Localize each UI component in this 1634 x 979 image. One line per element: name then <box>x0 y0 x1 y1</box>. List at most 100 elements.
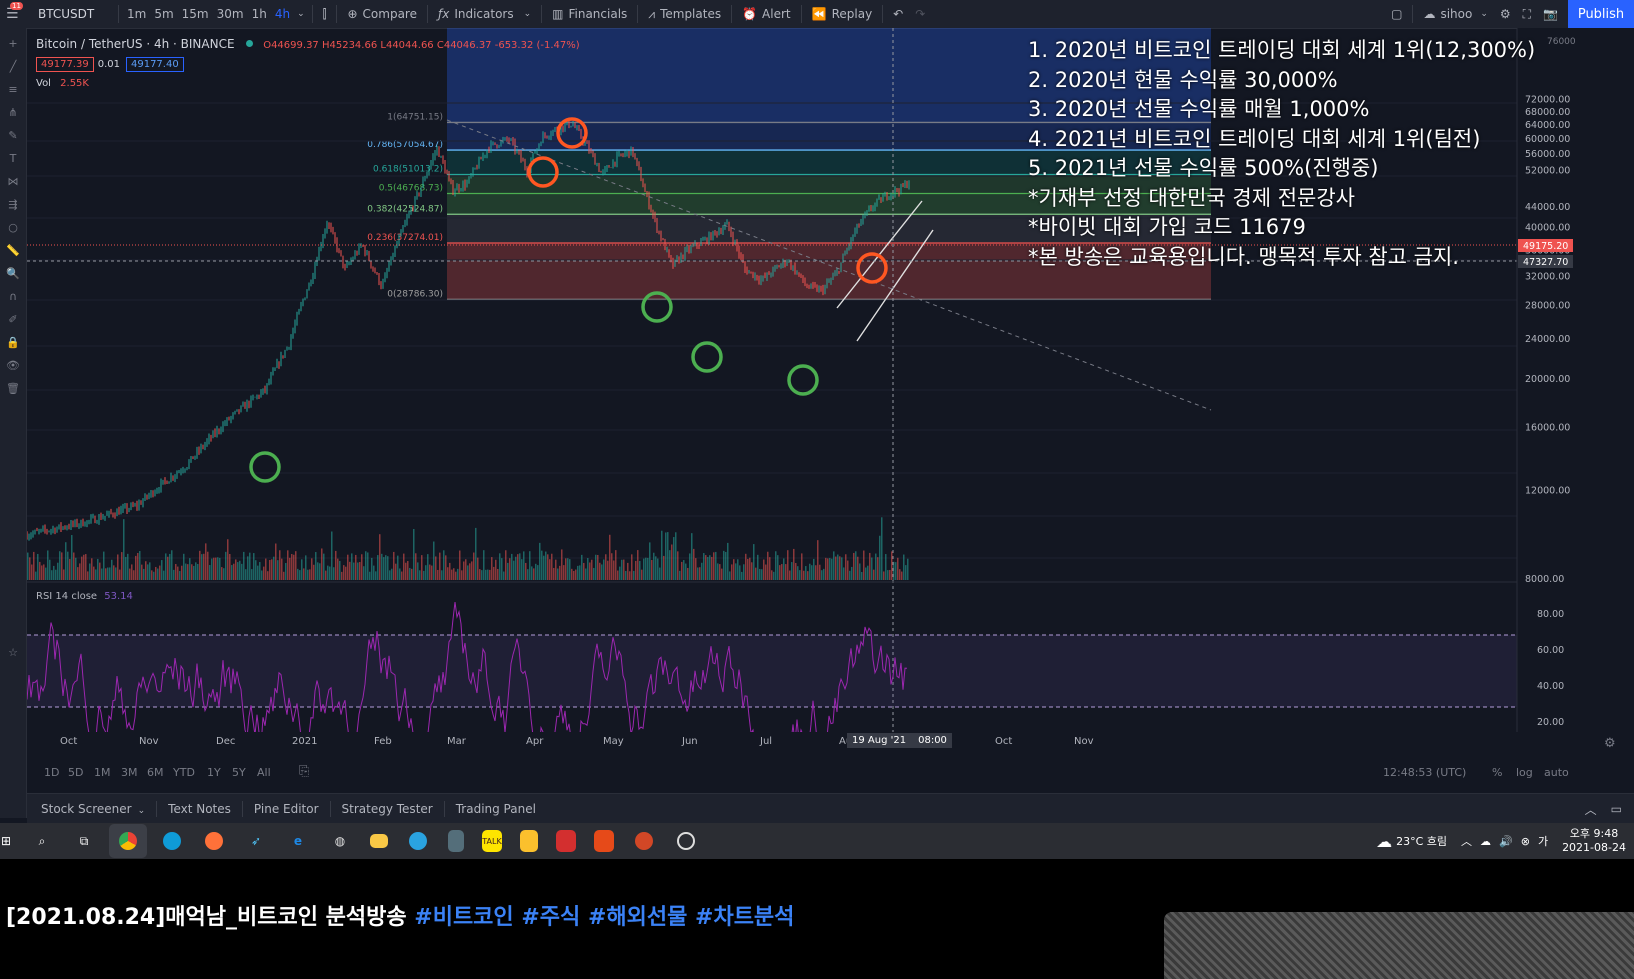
file-explorer-icon[interactable] <box>370 834 388 848</box>
percent-toggle[interactable]: % <box>1492 766 1502 779</box>
alert-button[interactable]: ⏰ Alert <box>736 0 797 28</box>
range-1m[interactable]: 1M <box>94 766 111 779</box>
caption-tag[interactable]: #비트코인 <box>414 905 513 930</box>
collapse-panel-icon[interactable]: ︿ <box>1585 801 1597 818</box>
horizontal-lines-icon[interactable]: ≡ <box>5 83 21 97</box>
range-3m[interactable]: 3M <box>121 766 138 779</box>
compare-button[interactable]: ⊕ Compare <box>341 0 423 28</box>
shapes-icon[interactable]: ○ <box>5 221 21 235</box>
globe-app-icon[interactable]: ◍ <box>328 830 352 852</box>
indicators-button[interactable]: ƒx Indicators ⌄ <box>432 0 537 28</box>
log-toggle[interactable]: log <box>1516 766 1533 779</box>
trash-icon[interactable]: 🗑 <box>5 382 21 396</box>
publish-button[interactable]: Publish <box>1568 0 1634 28</box>
range-ytd[interactable]: YTD <box>173 766 195 779</box>
layout-icon[interactable]: ▢ <box>1385 0 1408 28</box>
camera-icon[interactable]: 📷 <box>1537 0 1564 28</box>
kakaotalk-icon[interactable]: TALK <box>482 830 502 852</box>
caption-tag[interactable]: #차트분석 <box>695 905 794 930</box>
time-axis[interactable]: Oct Nov Dec 2021 Feb Mar Apr May Jun Jul… <box>27 732 1517 752</box>
edge-icon[interactable] <box>160 830 184 852</box>
pitchfork-icon[interactable]: ⋔ <box>5 106 21 120</box>
interval-4h[interactable]: 4h <box>271 0 294 28</box>
search-icon[interactable]: ⌕ <box>30 830 54 852</box>
sticky-notes-icon[interactable] <box>520 830 538 852</box>
financials-button[interactable]: ▥ Financials <box>546 0 633 28</box>
trend-line-icon[interactable]: ╱ <box>5 60 21 74</box>
volume-bar <box>365 551 367 580</box>
tab-strategy-tester[interactable]: Strategy Tester <box>331 801 445 817</box>
settings-gear-icon[interactable]: ⚙ <box>1494 0 1517 28</box>
range-6m[interactable]: 6M <box>147 766 164 779</box>
weather-text[interactable]: 23°C 흐림 <box>1396 833 1447 849</box>
redo-icon[interactable]: ↷ <box>909 0 931 28</box>
tab-pine-editor[interactable]: Pine Editor <box>243 801 331 817</box>
pattern-icon[interactable]: ⋈ <box>5 175 21 189</box>
chevron-up-icon[interactable]: ︿ <box>1461 833 1472 849</box>
status-icon[interactable]: ⊗ <box>1521 835 1530 848</box>
ime-icon[interactable]: 가 <box>1538 833 1548 849</box>
calculator-icon[interactable] <box>448 830 464 852</box>
range-5y[interactable]: 5Y <box>232 766 246 779</box>
bird-app-icon[interactable]: ➶ <box>244 830 268 852</box>
task-view-icon[interactable]: ⧉ <box>72 830 96 852</box>
range-1d[interactable]: 1D <box>44 766 59 779</box>
firefox-icon[interactable] <box>202 830 226 852</box>
templates-button[interactable]: ⩘ Templates <box>642 0 727 28</box>
interval-30m[interactable]: 30m <box>213 0 248 28</box>
goto-date-icon[interactable]: ⎘ <box>299 764 309 779</box>
symbol-search-button[interactable]: BTCUSDT <box>32 0 114 28</box>
buy-price-button[interactable]: 49177.40 <box>125 57 184 72</box>
star-icon[interactable]: ☆ <box>5 646 21 660</box>
menu-icon[interactable]: ☰ 11 <box>0 0 32 28</box>
volume-bar <box>479 569 481 580</box>
caption-tag[interactable]: #주식 <box>521 905 580 930</box>
cloud-save-button[interactable]: ☁ sihoo ⌄ <box>1417 0 1493 28</box>
axis-settings-gear-icon[interactable]: ⚙ <box>1604 736 1616 751</box>
brush-icon[interactable]: ✎ <box>5 129 21 143</box>
chart-type-icon[interactable]: ⫿ <box>317 0 333 28</box>
interval-5m[interactable]: 5m <box>150 0 177 28</box>
tab-stock-screener[interactable]: Stock Screener ⌄ <box>27 801 158 817</box>
text-icon[interactable]: T <box>5 152 21 166</box>
volume-bar <box>189 558 191 580</box>
internet-explorer-icon[interactable]: e <box>286 830 310 852</box>
windows-start-icon[interactable]: ⊞ <box>0 830 12 852</box>
interval-15m[interactable]: 15m <box>178 0 213 28</box>
zoom-icon[interactable]: 🔍 <box>5 267 21 281</box>
stay-in-drawing-icon[interactable]: ✐ <box>5 313 21 327</box>
powerpoint-icon[interactable] <box>632 830 656 852</box>
utc-clock[interactable]: 12:48:53 (UTC) <box>1383 766 1466 779</box>
volume-value: 2.55K <box>60 78 89 89</box>
fullscreen-icon[interactable]: ⛶ <box>1517 0 1537 28</box>
range-5d[interactable]: 5D <box>68 766 83 779</box>
ruler-icon[interactable]: 📏 <box>5 244 21 258</box>
clock[interactable]: 오후 9:48 2021-08-24 <box>1562 827 1626 855</box>
tab-text-notes[interactable]: Text Notes <box>157 801 243 817</box>
interval-dropdown-icon[interactable]: ⌄ <box>294 0 308 28</box>
maximize-panel-icon[interactable]: ▭ <box>1611 802 1622 816</box>
interval-1h[interactable]: 1h <box>248 0 271 28</box>
eye-icon[interactable]: 👁 <box>5 359 21 373</box>
network-icon[interactable]: ☁ <box>1480 835 1491 848</box>
red-app-icon[interactable] <box>556 830 576 852</box>
orange-app-icon[interactable] <box>594 830 614 852</box>
caption-tag[interactable]: #해외선물 <box>588 905 687 930</box>
range-all[interactable]: All <box>257 766 271 779</box>
magnet-icon[interactable]: ∩ <box>5 290 21 304</box>
range-1y[interactable]: 1Y <box>207 766 221 779</box>
interval-1m[interactable]: 1m <box>123 0 150 28</box>
lock-icon[interactable]: 🔒 <box>5 336 21 350</box>
projection-icon[interactable]: ⇶ <box>5 198 21 212</box>
telegram-icon[interactable] <box>406 830 430 852</box>
undo-icon[interactable]: ↶ <box>887 0 909 28</box>
obs-icon[interactable] <box>674 830 698 852</box>
chrome-icon[interactable] <box>109 824 147 858</box>
volume-bar <box>549 559 551 580</box>
sell-price-button[interactable]: 49177.39 <box>36 57 94 72</box>
tab-trading-panel[interactable]: Trading Panel <box>445 801 547 817</box>
crosshair-icon[interactable]: + <box>5 37 21 51</box>
volume-icon[interactable]: 🔊 <box>1499 835 1513 848</box>
replay-button[interactable]: ⏪ Replay <box>806 0 879 28</box>
auto-toggle[interactable]: auto <box>1544 766 1569 779</box>
